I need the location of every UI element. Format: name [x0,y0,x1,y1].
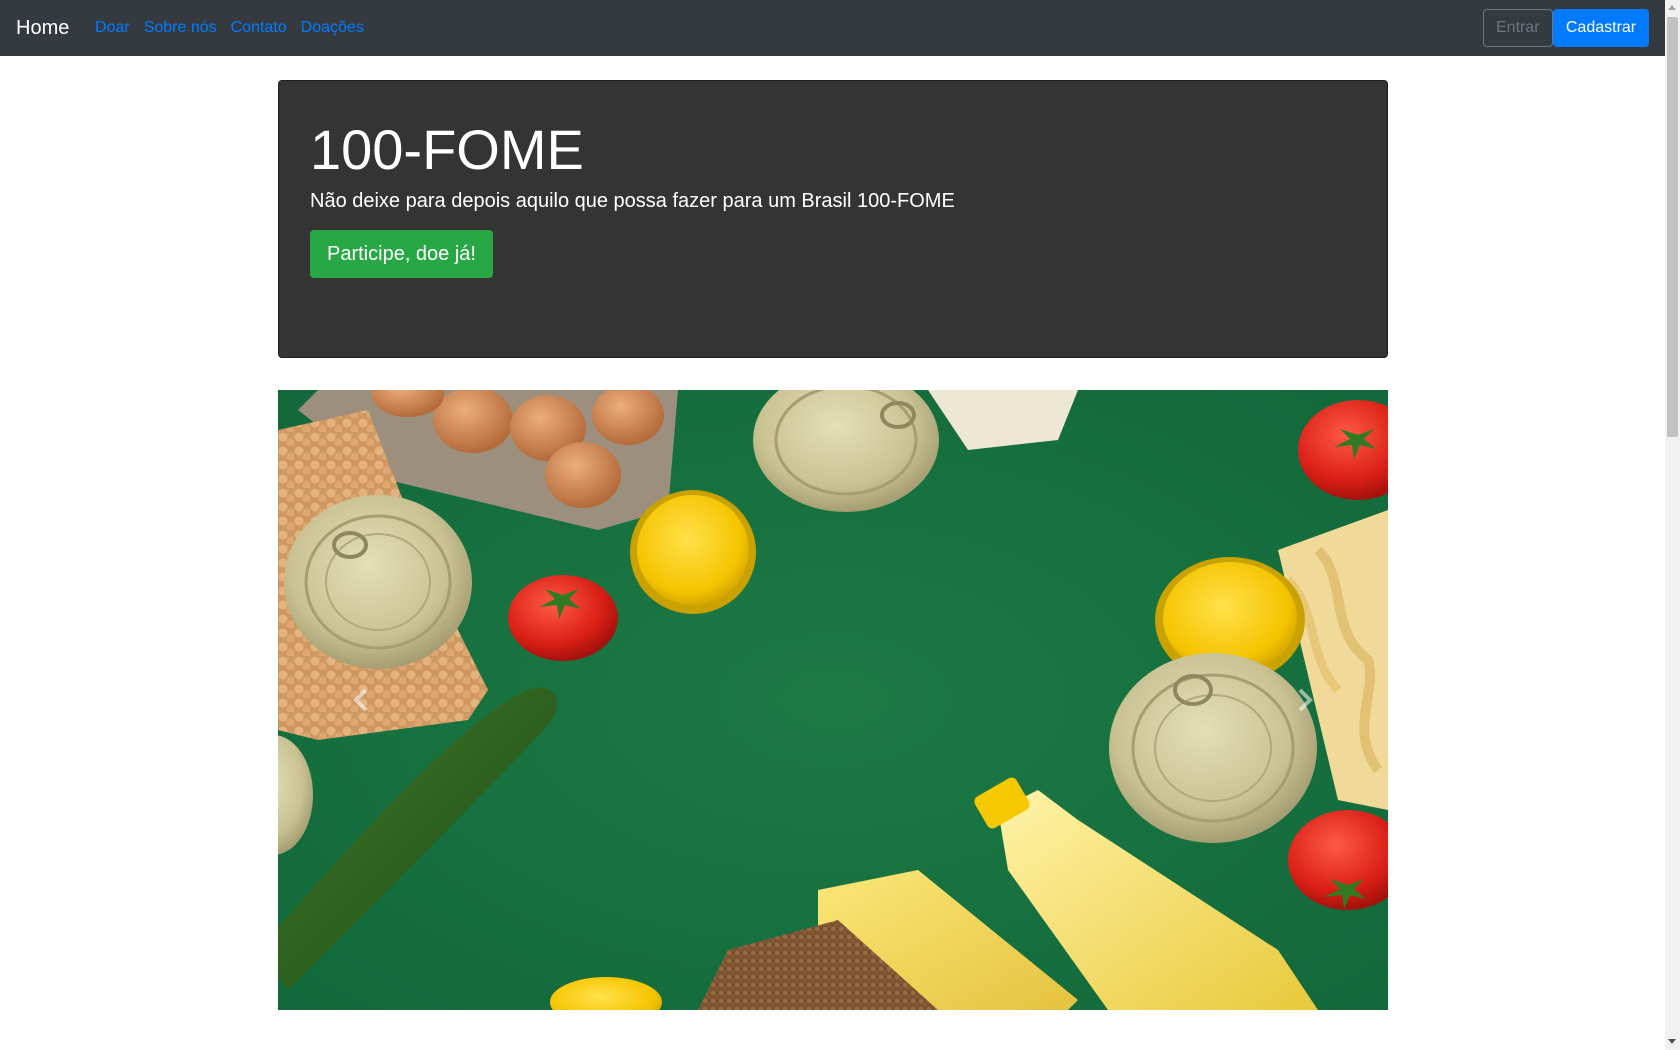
hero-title: 100-FOME [310,118,584,181]
scroll-thumb[interactable] [1667,17,1678,437]
login-input[interactable] [1483,9,1553,47]
top-navbar: Home Doar Sobre nós Contato Doações Cada… [0,0,1665,56]
chevron-right-icon [1298,688,1313,712]
chevron-left-icon [353,688,368,712]
nav-link-doacoes[interactable]: Doações [301,17,364,39]
scroll-up-icon[interactable] [1668,5,1676,10]
nav-links: Doar Sobre nós Contato Doações [95,17,364,39]
carousel-next-button[interactable] [1223,390,1388,1010]
hero-lead-text: Não deixe para depois aquilo que possa f… [310,190,955,212]
nav-link-sobre-nos[interactable]: Sobre nós [144,17,217,39]
hero-jumbotron: 100-FOME Não deixe para depois aquilo qu… [278,80,1388,358]
donate-cta-button[interactable]: Participe, doe já! [310,230,493,278]
food-donation-photo [278,390,1388,1010]
page-scrollbar[interactable] [1665,0,1680,1050]
nav-link-doar[interactable]: Doar [95,17,130,39]
brand-home-link[interactable]: Home [16,14,69,42]
scroll-down-icon[interactable] [1668,1039,1676,1044]
nav-link-contato[interactable]: Contato [231,17,287,39]
image-carousel [278,390,1388,1010]
signup-button[interactable]: Cadastrar [1553,9,1649,47]
carousel-prev-button[interactable] [278,390,443,1010]
